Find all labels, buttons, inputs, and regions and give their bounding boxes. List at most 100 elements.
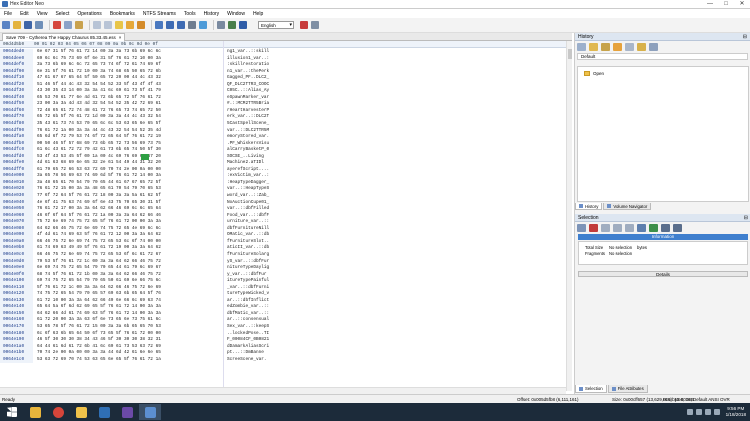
select-copy-icon[interactable]: [661, 224, 670, 232]
windows-logo-icon: [7, 407, 17, 417]
history-export-icon[interactable]: [637, 43, 646, 51]
taskbar-app-5[interactable]: [116, 404, 138, 420]
clock[interactable]: 9:56 PM 1/18/2018: [726, 406, 746, 418]
maximize-button[interactable]: □: [718, 0, 734, 9]
menu-bar: File Edit View Select Operations Bookmar…: [0, 9, 750, 18]
menu-operations[interactable]: Operations: [73, 11, 105, 17]
menu-ntfs-streams[interactable]: NTFS Streams: [139, 11, 180, 17]
select-range-icon[interactable]: [613, 224, 622, 232]
structure-icon[interactable]: [239, 21, 247, 29]
select-invert-icon[interactable]: [625, 224, 634, 232]
history-list[interactable]: Open: [577, 66, 749, 202]
tab-selection[interactable]: Selection: [575, 385, 607, 393]
layout-icon[interactable]: [217, 21, 225, 29]
history-clear-icon[interactable]: [649, 43, 658, 51]
information-box: Total Size No selection bytes Fragments …: [578, 241, 748, 265]
replace-icon[interactable]: [199, 21, 207, 29]
menu-window[interactable]: Window: [223, 11, 249, 17]
copy-icon[interactable]: [64, 21, 72, 29]
selection-tab-icon: [579, 386, 583, 391]
open-file-icon[interactable]: [13, 21, 21, 29]
menu-help[interactable]: Help: [249, 11, 267, 17]
menu-select[interactable]: Select: [51, 11, 73, 17]
tab-selection-label: Selection: [585, 385, 603, 391]
history-save-icon[interactable]: [601, 43, 610, 51]
paste-icon[interactable]: [75, 21, 83, 29]
history-item-open[interactable]: Open: [584, 71, 604, 76]
help-icon[interactable]: [311, 21, 319, 29]
stop-icon[interactable]: [300, 21, 308, 29]
select-block-icon[interactable]: [601, 224, 610, 232]
find-icon[interactable]: [155, 21, 163, 29]
taskbar-explorer[interactable]: [24, 404, 46, 420]
tools-icon[interactable]: [228, 21, 236, 29]
select-check-icon[interactable]: [649, 224, 658, 232]
vertical-scrollbar[interactable]: [566, 41, 572, 391]
redo-icon[interactable]: [104, 21, 112, 29]
network-icon[interactable]: [695, 409, 702, 415]
history-default-node[interactable]: Default: [577, 53, 748, 60]
close-tab-icon[interactable]: ×: [119, 34, 122, 41]
menu-history[interactable]: History: [200, 11, 224, 17]
menu-tools[interactable]: Tools: [180, 11, 200, 17]
save-icon[interactable]: [24, 21, 32, 29]
select-all-icon[interactable]: [577, 224, 586, 232]
tray-up-icon[interactable]: [686, 409, 693, 415]
goto-icon[interactable]: [188, 21, 196, 29]
row-hex-bytes[interactable]: 53 63 72 69 70 74 53 63 65 6e 65 5f 76 6…: [33, 357, 221, 364]
notification-icon[interactable]: [713, 409, 720, 415]
history-snapshot-icon[interactable]: [613, 43, 622, 51]
volume-icon[interactable]: [704, 409, 711, 415]
toolbar-separator: [89, 20, 90, 30]
history-folder-icon[interactable]: [589, 43, 598, 51]
taskbar-hex-editor[interactable]: [139, 404, 161, 420]
menu-bookmarks[interactable]: Bookmarks: [106, 11, 139, 17]
tab-file-attributes[interactable]: File Attributes: [607, 385, 648, 393]
taskbar-folder[interactable]: [70, 404, 92, 420]
taskbar-app-4[interactable]: [93, 404, 115, 420]
close-button[interactable]: ✕: [734, 0, 750, 9]
menu-view[interactable]: View: [33, 11, 52, 17]
start-button[interactable]: [1, 404, 23, 420]
table-row[interactable]: 0064e1c0 53 63 72 69 70 74 53 63 65 6e 65…: [0, 356, 572, 364]
save-all-icon[interactable]: [35, 21, 43, 29]
taskbar-chrome[interactable]: [47, 404, 69, 420]
hex-editor-icon: [144, 406, 156, 418]
zoom-icon[interactable]: [177, 21, 185, 29]
scroll-thumb[interactable]: [568, 49, 572, 59]
find-next-icon[interactable]: [166, 21, 174, 29]
attributes-tab-icon: [611, 386, 616, 391]
menu-file[interactable]: File: [0, 11, 16, 17]
pin-icon[interactable]: ⊟: [744, 214, 748, 222]
undo-icon[interactable]: [93, 21, 101, 29]
bookmark-prev-icon[interactable]: [137, 21, 145, 29]
minimize-button[interactable]: —: [702, 0, 718, 9]
hex-editor-view[interactable]: 00d4d5b0 00 01 02 03 04 05 06 07 08 09 0…: [0, 41, 572, 394]
row-ascii-text[interactable]: ScreeScene_var.: [221, 357, 283, 364]
select-paste-icon[interactable]: [673, 224, 682, 232]
bookmark-icon[interactable]: [115, 21, 123, 29]
select-save-icon[interactable]: [637, 224, 646, 232]
tab-history[interactable]: History: [575, 203, 603, 210]
taskbar: 9:56 PM 1/18/2018: [0, 403, 750, 421]
tab-file-attributes-label: File Attributes: [617, 385, 644, 391]
new-file-icon[interactable]: [2, 21, 10, 29]
pin-icon[interactable]: ⊟: [743, 33, 747, 41]
clear-selection-icon[interactable]: [589, 224, 598, 232]
right-panel: History ⊟ Default Open History Volume Na…: [574, 33, 750, 394]
history-compare-icon[interactable]: [625, 43, 634, 51]
app-icon: [2, 1, 8, 7]
history-back-icon[interactable]: [577, 43, 586, 51]
menu-edit[interactable]: Edit: [16, 11, 33, 17]
main-toolbar: English: [0, 18, 750, 33]
document-tab[interactable]: Save 709 - Cytherea The Happy Chaurus 85…: [2, 33, 126, 41]
information-bar[interactable]: Information: [578, 234, 748, 240]
tab-volume-navigator[interactable]: Volume Navigator: [603, 203, 652, 210]
details-bar[interactable]: Details: [578, 271, 748, 277]
volume-tab-icon: [607, 204, 612, 208]
horizontal-scrollbar[interactable]: [0, 387, 566, 394]
bookmark-next-icon[interactable]: [126, 21, 134, 29]
cut-icon[interactable]: [53, 21, 61, 29]
encoding-select[interactable]: English: [258, 21, 294, 29]
hex-rows[interactable]: 0064ded0 6e 67 31 5f 76 61 72 14 00 3a 3a…: [0, 49, 572, 389]
